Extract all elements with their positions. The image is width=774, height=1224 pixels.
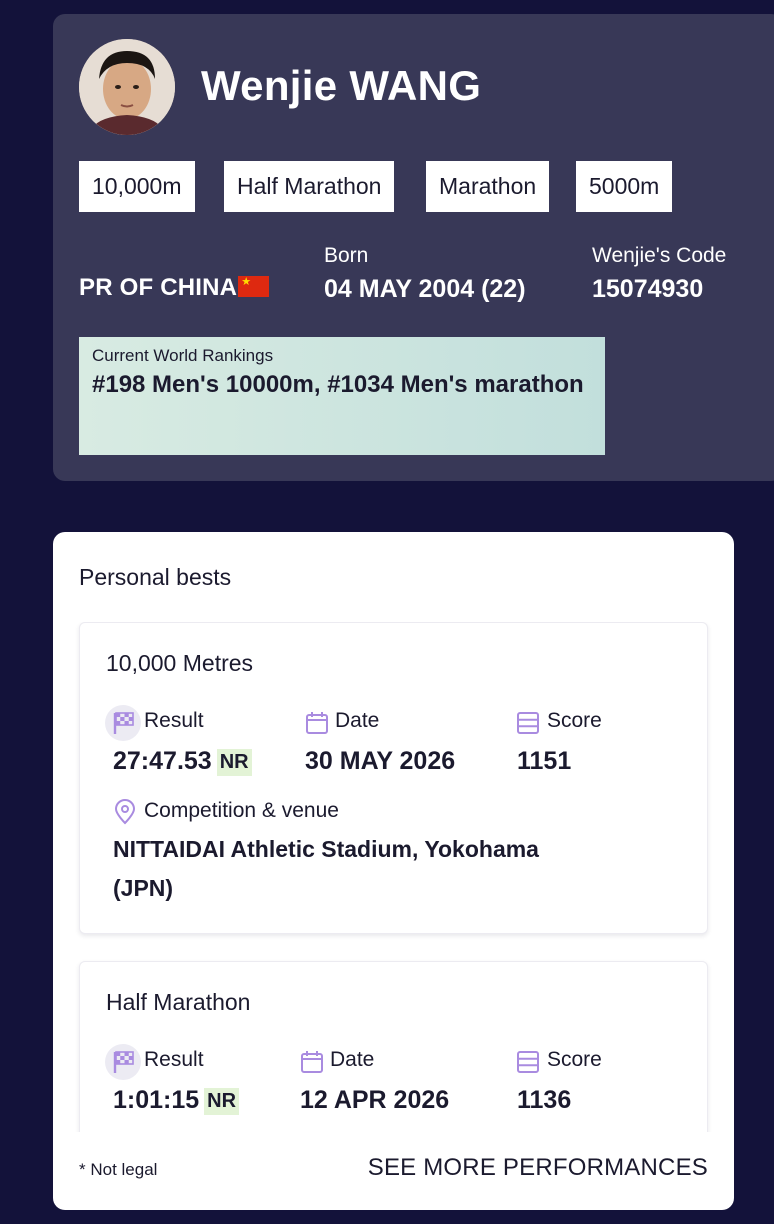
event-tag-marathon[interactable]: Marathon [426,161,550,212]
event-tag-10000m[interactable]: 10,000m [79,161,195,212]
venue-label: Competition & venue [144,799,339,822]
date-value: 12 APR 2026 [300,1086,450,1114]
personal-bests-card: Personal bests 10,000 Metres Result 27:4… [53,532,734,1210]
result-value: 27:47.53 NR [113,747,252,776]
venue-value: NITTAIDAI Athletic Stadium, Yokohama (JP… [113,836,539,901]
event-tag-half-marathon[interactable]: Half Marathon [224,161,395,212]
world-rankings-box: Current World Rankings #198 Men's 10000m… [79,337,605,455]
result-time: 1:01:15 [113,1086,200,1114]
pb-event-name: Half Marathon [106,989,251,1015]
date-label: Date [335,709,380,732]
national-record-badge: NR [204,1088,240,1115]
born-value: 04 MAY 2004 (22) [324,275,526,303]
calendar-icon [306,712,328,734]
athlete-country: PR OF CHINA ★ [79,274,270,302]
checkered-flag-icon [113,1051,134,1073]
athlete-avatar [79,39,175,135]
result-time: 27:47.53 [113,747,212,775]
date-value: 30 MAY 2026 [305,747,456,775]
result-value: 1:01:15 NR [113,1086,240,1115]
national-record-badge: NR [216,749,252,776]
pb-item-10000m: 10,000 Metres Result 27:47.53 NR Date 30… [79,622,708,934]
born-label: Born [324,244,369,267]
score-value: 1151 [517,747,572,775]
score-label: Score [547,1048,602,1071]
athlete-name: Wenjie WANG [201,62,482,109]
personal-bests-title: Personal bests [79,564,232,590]
event-tag-5000m[interactable]: 5000m [576,161,673,212]
score-label: Score [547,709,602,732]
personal-bests-list[interactable]: 10,000 Metres Result 27:47.53 NR Date 30… [53,622,734,1132]
pb-item-half-marathon: Half Marathon Result 1:01:15 NR Date 12 … [79,961,708,1132]
see-more-performances-link[interactable]: SEE MORE PERFORMANCES [368,1154,708,1182]
not-legal-footnote: * Not legal [79,1160,158,1179]
score-value: 1136 [517,1086,572,1114]
world-rankings-value: #198 Men's 10000m, #1034 Men's marathon [92,371,584,398]
country-name: PR OF CHINA [79,274,238,301]
pb-event-name: 10,000 Metres [106,650,254,676]
date-label: Date [330,1048,375,1071]
athlete-code-label: Wenjie's Code [592,244,727,267]
result-label: Result [144,709,204,732]
checkered-flag-icon [113,712,134,734]
location-pin-icon [114,799,136,825]
list-icon [517,1051,539,1073]
athlete-header-card: Wenjie WANG 10,000m Half Marathon Marath… [53,14,774,481]
world-rankings-label: Current World Rankings [92,346,274,365]
calendar-icon [301,1051,323,1073]
athlete-code-value: 15074930 [592,275,704,303]
china-flag-icon: ★ [238,275,270,297]
list-icon [517,712,539,734]
result-label: Result [144,1048,204,1071]
